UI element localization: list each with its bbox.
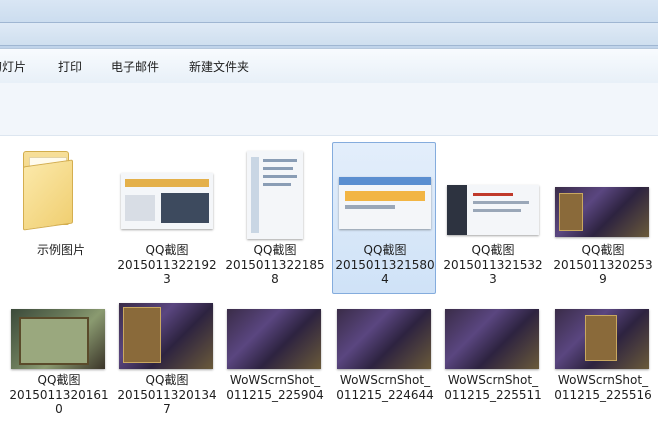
new-folder-button[interactable]: 新建文件夹 — [189, 58, 249, 75]
file-name: QQ截图 2015011322185 8 — [225, 243, 325, 286]
image-thumbnail — [119, 303, 213, 369]
folder-icon — [9, 147, 113, 235]
file-name: QQ截图 2015011322192 3 — [117, 243, 217, 286]
window-title-bar — [0, 0, 658, 48]
file-name: WoWScrnShot_ 011215_225516 — [554, 373, 652, 402]
file-name: WoWScrnShot_ 011215_225511 — [444, 373, 542, 402]
file-item[interactable]: WoWScrnShot_ 011215_225904 — [222, 302, 326, 428]
image-thumbnail — [555, 187, 649, 237]
file-item[interactable]: WoWScrnShot_ 011215_225516 — [550, 302, 654, 428]
file-view: 示例图片 QQ截图 2015011322192 3 QQ截图 20150113221 — [0, 136, 658, 429]
address-bar[interactable] — [0, 22, 658, 46]
image-thumbnail — [121, 173, 213, 229]
image-thumbnail — [555, 309, 649, 369]
file-name: QQ截图 2015011321580 4 — [335, 243, 435, 286]
file-name: QQ截图 2015011320161 0 — [9, 373, 109, 416]
library-header — [0, 83, 658, 136]
image-thumbnail — [247, 151, 303, 239]
file-item[interactable]: WoWScrnShot_ 011215_224644 — [332, 302, 436, 428]
file-item[interactable]: QQ截图 2015011320253 9 — [550, 142, 654, 292]
file-name: 示例图片 — [36, 243, 85, 257]
file-item[interactable]: QQ截图 2015011322192 3 — [114, 142, 218, 292]
image-thumbnail — [11, 309, 105, 369]
image-thumbnail — [337, 309, 431, 369]
file-name: QQ截图 2015011320253 9 — [553, 243, 653, 286]
image-thumbnail — [227, 309, 321, 369]
command-toolbar: 幻灯片 打印 电子邮件 新建文件夹 — [0, 48, 658, 84]
file-item[interactable]: 示例图片 — [8, 142, 112, 292]
file-name: WoWScrnShot_ 011215_225904 — [226, 373, 324, 402]
file-name: QQ截图 2015011320134 7 — [117, 373, 217, 416]
image-thumbnail — [447, 185, 539, 235]
slideshow-button[interactable]: 幻灯片 — [0, 58, 26, 75]
file-name: QQ截图 2015011321532 3 — [443, 243, 543, 286]
print-button[interactable]: 打印 — [58, 58, 82, 75]
image-thumbnail — [445, 309, 539, 369]
file-item-selected[interactable]: QQ截图 2015011321580 4 — [332, 142, 436, 294]
email-button[interactable]: 电子邮件 — [111, 58, 159, 75]
file-item[interactable]: QQ截图 2015011322185 8 — [222, 142, 326, 292]
file-item[interactable]: QQ截图 2015011321532 3 — [440, 142, 544, 292]
file-item[interactable]: QQ截图 2015011320134 7 — [114, 302, 218, 428]
file-name: WoWScrnShot_ 011215_224644 — [336, 373, 434, 402]
file-item[interactable]: WoWScrnShot_ 011215_225511 — [440, 302, 544, 428]
file-item[interactable]: QQ截图 2015011320161 0 — [6, 302, 110, 428]
image-thumbnail — [339, 177, 431, 229]
